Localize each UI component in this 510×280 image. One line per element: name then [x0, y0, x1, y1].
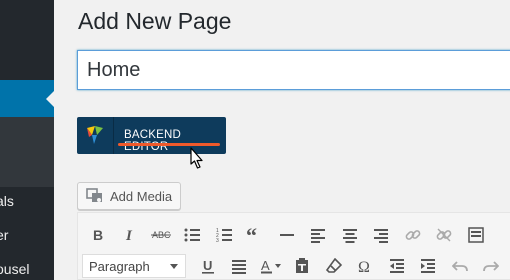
sidebar-item-label[interactable]: als [0, 193, 14, 209]
align-center-icon[interactable] [334, 222, 366, 248]
media-icon [86, 188, 102, 202]
sidebar-item-label[interactable]: ousel [0, 261, 29, 277]
toolbar-toggle-icon[interactable] [460, 222, 492, 248]
admin-sidebar: als er ousel [0, 0, 55, 280]
italic-icon[interactable]: I [114, 222, 146, 248]
svg-text:B: B [93, 227, 103, 243]
active-menu-arrow [46, 90, 55, 108]
horizontal-line-icon[interactable] [271, 222, 303, 248]
add-media-label: Add Media [110, 188, 173, 204]
sidebar-item-label[interactable]: er [0, 227, 8, 243]
toolbar-row-1: B I ABC 123 “ [82, 220, 492, 250]
backend-editor-label: BACKEND EDITOR [124, 129, 181, 153]
svg-text:A: A [261, 258, 270, 273]
special-character-icon[interactable]: Ω [350, 253, 382, 279]
undo-icon[interactable] [444, 253, 476, 279]
remove-link-icon[interactable] [429, 222, 461, 248]
sidebar-lower: als er ousel [0, 187, 54, 280]
numbered-list-icon[interactable]: 123 [208, 222, 240, 248]
mouse-cursor-icon [190, 147, 203, 169]
underline-icon[interactable]: U [192, 253, 224, 279]
clear-formatting-icon[interactable] [318, 253, 350, 279]
svg-text:“: “ [246, 227, 257, 243]
text-color-icon[interactable]: A [255, 253, 287, 279]
toolbar-row-2: Paragraph U A Ω [82, 251, 507, 280]
strikethrough-icon[interactable]: ABC [145, 222, 177, 248]
insert-link-icon[interactable] [397, 222, 429, 248]
svg-text:3: 3 [216, 238, 219, 243]
visual-composer-logo [77, 117, 114, 154]
indent-icon[interactable] [413, 253, 445, 279]
align-left-icon[interactable] [303, 222, 335, 248]
svg-text:Ω: Ω [358, 259, 370, 274]
bold-icon[interactable]: B [82, 222, 114, 248]
outdent-icon[interactable] [381, 253, 413, 279]
add-media-button[interactable]: Add Media [77, 182, 181, 210]
sidebar-submenu [0, 117, 54, 187]
justify-icon[interactable] [224, 253, 256, 279]
paste-text-icon[interactable] [287, 253, 319, 279]
svg-text:I: I [125, 228, 133, 243]
blockquote-icon[interactable]: “ [240, 222, 272, 248]
format-select-value: Paragraph [89, 258, 150, 274]
align-right-icon[interactable] [366, 222, 398, 248]
redo-icon[interactable] [476, 253, 508, 279]
post-title-input[interactable] [77, 50, 510, 90]
bullet-list-icon[interactable] [177, 222, 209, 248]
sidebar-top [0, 0, 54, 80]
svg-text:U: U [203, 258, 212, 273]
page-title: Add New Page [78, 8, 232, 34]
editor-toolbar: B I ABC 123 “ Paragraph U A Ω [77, 212, 510, 280]
chevron-down-icon [170, 264, 178, 269]
format-select[interactable]: Paragraph [82, 254, 186, 278]
